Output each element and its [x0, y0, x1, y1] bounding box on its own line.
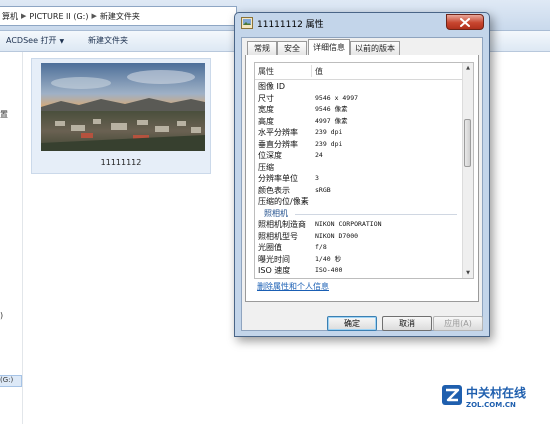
property-row[interactable]: 照相机制造商 NIKON CORPORATION — [255, 219, 463, 230]
property-rows: 图像 ID 尺寸 9546 x 4997 宽度 9546 像素高度 4997 像素水平分辨… — [255, 81, 463, 278]
acdsee-open-button[interactable]: ACDSee 打开 ▼ — [6, 34, 64, 48]
watermark-en: ZOL.COM.CN — [466, 401, 516, 409]
property-value: 3 — [315, 174, 319, 182]
property-row[interactable]: 曝光时间 1/40 秒 — [255, 254, 463, 265]
column-divider[interactable] — [311, 65, 312, 77]
tab-previous-versions[interactable]: 以前的版本 — [350, 41, 400, 55]
property-value: NIKON D7000 — [315, 231, 359, 240]
nav-item-selected[interactable]: (G:) — [0, 375, 22, 387]
property-row[interactable]: 位深度 24 — [255, 150, 463, 161]
property-row[interactable]: 照相机型号 NIKON D7000 — [255, 231, 463, 242]
cancel-button[interactable]: 取消 — [382, 316, 432, 331]
column-header-value[interactable]: 值 — [315, 66, 323, 77]
scroll-down-icon[interactable]: ▼ — [463, 268, 473, 278]
watermark-cn: 中关村在线 — [466, 386, 527, 400]
image-thumbnail — [41, 63, 205, 151]
nav-item-fragment[interactable]: ) — [0, 311, 3, 320]
property-name: 光圈值 — [258, 243, 282, 252]
nav-item-drive-label: (G:) — [0, 376, 14, 384]
chevron-right-icon[interactable]: ▶ — [90, 12, 97, 20]
property-name: 压缩 — [258, 162, 274, 172]
property-name: 高度 — [258, 116, 274, 126]
close-icon — [460, 17, 470, 27]
property-value: 9546 x 4997 — [315, 93, 359, 102]
file-item[interactable]: 11111112 — [31, 58, 211, 174]
property-row[interactable]: 压缩 — [255, 162, 463, 173]
property-row[interactable]: 颜色表示 sRGB — [255, 185, 463, 196]
property-row[interactable]: 光圈值 f/8 — [255, 242, 463, 253]
property-row[interactable]: 压缩的位/像素 — [255, 196, 463, 207]
image-file-icon — [241, 17, 253, 29]
remove-properties-link[interactable]: 删除属性和个人信息 — [257, 281, 329, 292]
ok-button[interactable]: 确定 — [327, 316, 377, 331]
property-name: 曝光时间 — [258, 254, 290, 264]
acdsee-open-label: ACDSee 打开 — [6, 36, 57, 45]
dialog-client-area: 常规 安全 详细信息 以前的版本 属性 值 图像 ID 尺寸 9546 x 4997… — [241, 37, 483, 331]
property-row[interactable]: ISO 速度 ISO-400 — [255, 265, 463, 276]
dialog-titlebar[interactable]: 11111112 属性 — [235, 13, 489, 33]
property-value: 239 dpi — [315, 139, 343, 148]
watermark: 中关村在线 ZOL.COM.CN — [441, 384, 541, 414]
group-label: 照相机 — [264, 208, 288, 218]
property-row[interactable]: 水平分辨率 239 dpi — [255, 127, 463, 138]
property-value: f/8 — [315, 243, 327, 251]
scrollbar-thumb[interactable] — [464, 119, 471, 167]
property-name: 压缩的位/像素 — [258, 197, 309, 206]
new-folder-button[interactable]: 新建文件夹 — [88, 34, 128, 48]
property-name: ISO 速度 — [258, 266, 291, 275]
property-value: 24 — [315, 151, 323, 159]
dialog-title: 11111112 属性 — [257, 20, 324, 30]
property-row[interactable]: 垂直分辨率 239 dpi — [255, 139, 463, 150]
property-row[interactable]: 图像 ID — [255, 81, 463, 92]
file-name[interactable]: 11111112 — [32, 158, 210, 167]
property-name: 位深度 — [258, 151, 282, 160]
tab-details[interactable]: 详细信息 — [308, 39, 350, 55]
property-value: sRGB — [315, 185, 331, 194]
property-name: 颜色表示 — [258, 185, 290, 195]
property-value: 4997 像素 — [315, 116, 348, 125]
breadcrumb-drive[interactable]: PICTURE II (G:) — [27, 12, 90, 21]
property-name: 分辨率单位 — [258, 174, 298, 183]
navigation-pane: 置 ) (G:) — [0, 52, 23, 424]
property-list-header: 属性 值 — [255, 63, 463, 80]
chevron-right-icon[interactable]: ▶ — [20, 12, 27, 20]
column-header-property[interactable]: 属性 — [258, 66, 274, 77]
property-name: 垂直分辨率 — [258, 139, 298, 149]
property-row[interactable]: 高度 4997 像素 — [255, 116, 463, 127]
apply-button[interactable]: 应用(A) — [433, 316, 483, 331]
vertical-scrollbar[interactable]: ▲ ▼ — [462, 63, 473, 278]
property-name: 图像 ID — [258, 82, 286, 91]
nav-item-fragment[interactable]: 置 — [0, 109, 8, 120]
tab-security[interactable]: 安全 — [277, 41, 307, 55]
property-name: 宽度 — [258, 105, 274, 114]
details-panel: 属性 值 图像 ID 尺寸 9546 x 4997 宽度 9546 像素高度 4997 像… — [245, 55, 479, 302]
close-button[interactable] — [446, 14, 484, 30]
property-name: 照相机型号 — [258, 231, 298, 241]
property-value: 239 dpi — [315, 128, 343, 136]
property-row[interactable]: 分辨率单位 3 — [255, 173, 463, 184]
property-row[interactable]: 宽度 9546 像素 — [255, 104, 463, 115]
breadcrumb-folder[interactable]: 新建文件夹 — [98, 11, 142, 22]
group-divider — [295, 213, 457, 215]
zol-logo-icon — [442, 385, 462, 405]
tab-general[interactable]: 常规 — [247, 41, 277, 55]
property-value: 9546 像素 — [315, 105, 348, 113]
breadcrumb[interactable]: 算机 ▶ PICTURE II (G:) ▶ 新建文件夹 — [0, 6, 237, 26]
property-name: 水平分辨率 — [258, 128, 298, 137]
breadcrumb-computer[interactable]: 算机 — [0, 11, 20, 22]
property-list[interactable]: 属性 值 图像 ID 尺寸 9546 x 4997 宽度 9546 像素高度 4997 像… — [254, 62, 474, 279]
property-value: NIKON CORPORATION — [315, 220, 382, 228]
property-name: 照相机制造商 — [258, 220, 306, 229]
property-value: ISO-400 — [315, 266, 343, 274]
property-group-header[interactable]: 照相机 — [255, 208, 463, 219]
property-value: 1/40 秒 — [315, 254, 342, 263]
property-name: 尺寸 — [258, 93, 274, 103]
scroll-up-icon[interactable]: ▲ — [463, 63, 473, 73]
property-row[interactable]: 尺寸 9546 x 4997 — [255, 93, 463, 104]
properties-dialog: 11111112 属性 常规 安全 详细信息 以前的版本 属性 值 图像 ID 尺… — [234, 12, 490, 337]
chevron-down-icon: ▼ — [59, 38, 65, 45]
